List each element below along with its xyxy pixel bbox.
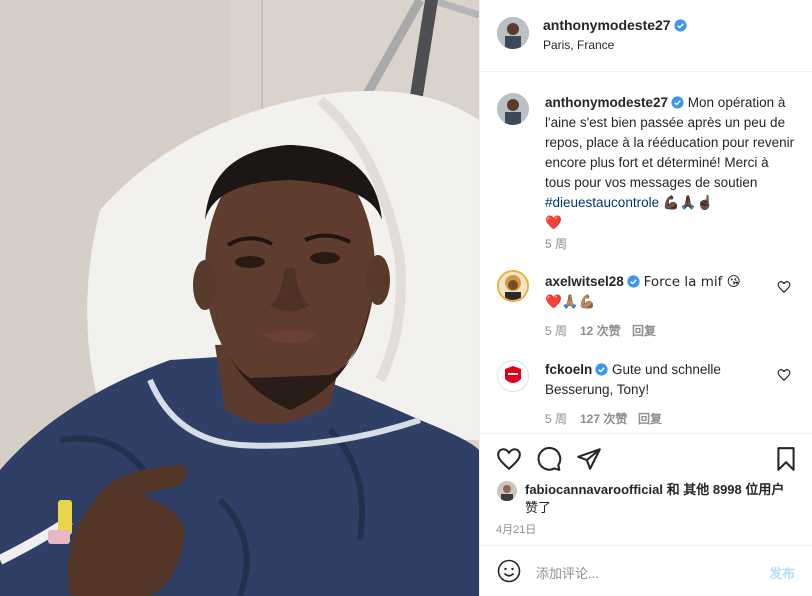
comment-time[interactable]: 5 周 xyxy=(545,410,567,427)
smiley-icon[interactable] xyxy=(497,559,521,583)
likes-summary: fabiocannavaroofficial 和 其他 8998 位用户 赞了 xyxy=(525,481,800,517)
comment-body: Force la mif 😘 xyxy=(643,274,741,290)
post-sidebar: anthonymodeste27 Paris, France anthonymo… xyxy=(479,0,812,596)
comment-emojis: ❤️🙏🏽💪🏽 xyxy=(545,294,596,310)
verified-badge-icon xyxy=(627,274,640,288)
add-comment-bar: 添加评论... 发布 xyxy=(480,545,812,596)
author-avatar[interactable] xyxy=(497,17,529,49)
author-username[interactable]: anthonymodeste27 xyxy=(543,17,671,33)
comment-like-heart-icon[interactable] xyxy=(777,368,791,382)
comment-avatar-fckoeln[interactable] xyxy=(497,360,529,392)
bookmark-icon[interactable] xyxy=(773,446,799,472)
comment-input[interactable]: 添加评论... xyxy=(536,563,756,582)
selfie-image xyxy=(0,0,479,596)
verified-badge-icon xyxy=(671,95,684,109)
verified-badge-icon xyxy=(595,362,608,376)
liker-avatar[interactable] xyxy=(497,481,517,501)
likes-others-count[interactable]: 和 其他 8998 位用户 xyxy=(667,482,785,497)
author-line: anthonymodeste27 xyxy=(543,17,687,33)
heart-icon[interactable] xyxy=(496,446,522,472)
post-photo[interactable] xyxy=(0,0,479,596)
caption-text: anthonymodeste27 Mon opération à l'aine … xyxy=(545,93,795,233)
post-date[interactable]: 4月21日 xyxy=(496,521,536,537)
caption-emojis: 💪🏿🙏🏿☝🏿 xyxy=(662,195,714,211)
comment-author[interactable]: axelwitsel28 xyxy=(545,274,624,289)
caption-author-username[interactable]: anthonymodeste27 xyxy=(545,95,668,110)
verified-badge-icon xyxy=(674,19,687,32)
comment-author[interactable]: fckoeln xyxy=(545,362,592,377)
likes-suffix: 赞了 xyxy=(525,500,552,515)
publish-button[interactable]: 发布 xyxy=(769,563,795,582)
comment-time[interactable]: 5 周 xyxy=(545,322,567,339)
post-location[interactable]: Paris, France xyxy=(543,38,614,52)
comment-reply-button[interactable]: 回复 xyxy=(638,410,662,427)
comment-axelwitsel28: axelwitsel28 Force la mif 😘 ❤️🙏🏽💪🏽 xyxy=(545,272,765,312)
caption-hashtag[interactable]: #dieuestaucontrole xyxy=(545,195,659,210)
comment-like-heart-icon[interactable] xyxy=(777,280,791,294)
paper-plane-icon[interactable] xyxy=(576,446,602,472)
comment-icon[interactable] xyxy=(536,446,562,472)
comment-likes-count[interactable]: 12 次赞 xyxy=(580,322,621,339)
comment-reply-button[interactable]: 回复 xyxy=(632,322,656,339)
comment-fckoeln: fckoeln Gute und schnelle Besserung, Ton… xyxy=(545,360,765,400)
comment-avatar-axelwitsel28[interactable] xyxy=(497,270,529,302)
caption-time[interactable]: 5 周 xyxy=(545,235,567,252)
comment-likes-count[interactable]: 127 次赞 xyxy=(580,410,627,427)
post-header: anthonymodeste27 Paris, France xyxy=(480,0,812,72)
liker-username[interactable]: fabiocannavaroofficial xyxy=(525,482,663,497)
caption-heart-emoji: ❤️ xyxy=(545,215,562,231)
caption-author-avatar[interactable] xyxy=(497,93,529,125)
instagram-post: anthonymodeste27 Paris, France anthonymo… xyxy=(0,0,812,596)
action-bar: fabiocannavaroofficial 和 其他 8998 位用户 赞了 … xyxy=(480,433,812,545)
